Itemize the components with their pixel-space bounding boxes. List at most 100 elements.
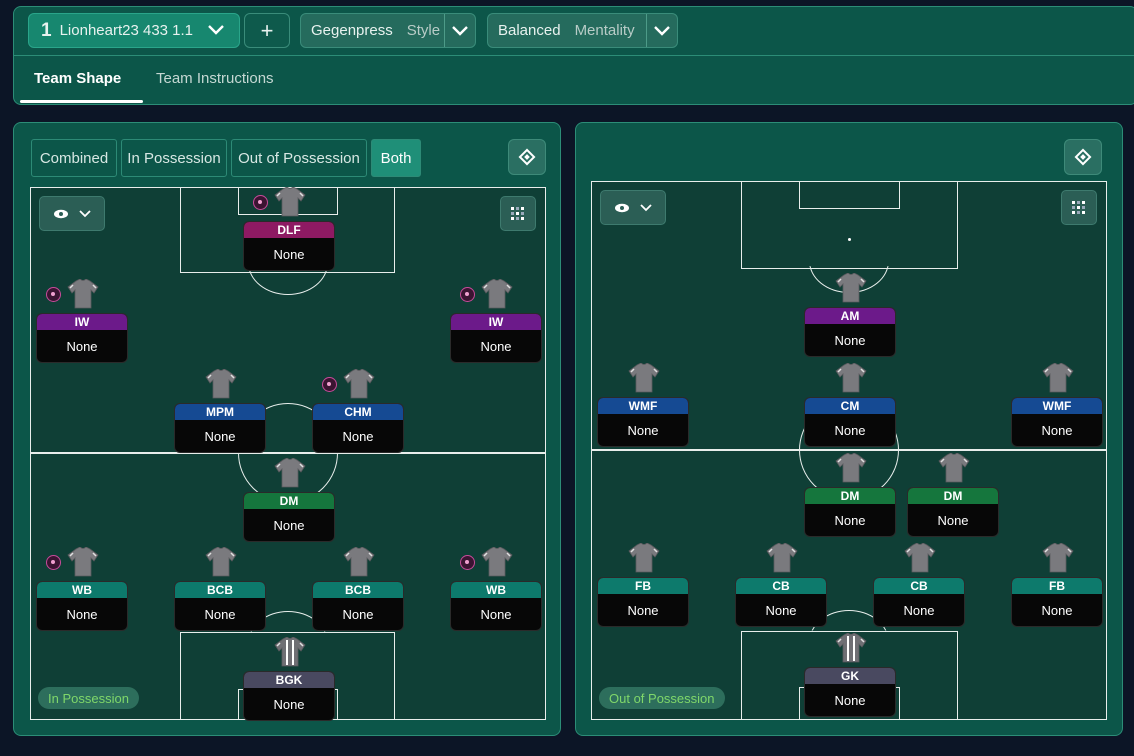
player-name: None — [1041, 423, 1073, 438]
player-instruction-icon[interactable] — [460, 555, 475, 570]
role-label: CM — [805, 398, 895, 414]
role-card[interactable]: DM None — [804, 487, 896, 537]
shirt-icon — [1042, 542, 1074, 573]
role-card[interactable]: MPM None — [174, 403, 266, 453]
player-card-cb[interactable]: CB None — [735, 542, 827, 633]
player-card-bcb[interactable]: BCB None — [174, 546, 266, 637]
style-selector[interactable]: Gegenpress Style — [300, 13, 476, 48]
player-card-dlf[interactable]: DLF None — [243, 186, 335, 277]
role-card[interactable]: CB None — [735, 577, 827, 627]
tab-team-shape[interactable]: Team Shape — [34, 70, 121, 87]
active-tab-indicator — [20, 100, 143, 103]
role-card[interactable]: DM None — [907, 487, 999, 537]
player-card-wmf[interactable]: WMF None — [1011, 362, 1103, 453]
role-card[interactable]: WB None — [36, 581, 128, 631]
player-name: None — [834, 333, 866, 348]
role-card[interactable]: FB None — [1011, 577, 1103, 627]
player-name: None — [66, 607, 98, 622]
segment-out-of-possession[interactable]: Out of Possession — [231, 139, 367, 177]
player-card-bcb[interactable]: BCB None — [312, 546, 404, 637]
grid-icon — [1072, 200, 1085, 214]
player-card-cm[interactable]: CM None — [804, 362, 896, 453]
player-card-wb[interactable]: WB None — [450, 546, 542, 637]
shirt-icon — [274, 186, 306, 217]
player-card-fb[interactable]: FB None — [1011, 542, 1103, 633]
view-options-button[interactable] — [39, 196, 105, 231]
player-card-iw[interactable]: IW None — [450, 278, 542, 369]
segment-combined[interactable]: Combined — [31, 139, 117, 177]
style-label: Style — [406, 22, 441, 39]
player-instruction-icon[interactable] — [46, 555, 61, 570]
player-instruction-icon[interactable] — [46, 287, 61, 302]
player-name: None — [66, 339, 98, 354]
player-card-mpm[interactable]: MPM None — [174, 368, 266, 459]
role-label: CB — [736, 578, 826, 594]
role-card[interactable]: CM None — [804, 397, 896, 447]
tactics-board-button[interactable] — [1064, 139, 1102, 175]
mentality-selector[interactable]: Balanced Mentality — [487, 13, 678, 48]
tab-team-instructions[interactable]: Team Instructions — [156, 70, 274, 87]
shirt-icon — [67, 546, 99, 577]
role-card[interactable]: AM None — [804, 307, 896, 357]
player-card-wmf[interactable]: WMF None — [597, 362, 689, 453]
role-card[interactable]: WMF None — [597, 397, 689, 447]
role-label: IW — [451, 314, 541, 330]
add-tactic-button[interactable]: + — [244, 13, 290, 48]
shirt-icon — [628, 542, 660, 573]
role-label: BCB — [313, 582, 403, 598]
player-name: None — [342, 607, 374, 622]
segment-both[interactable]: Both — [371, 139, 421, 177]
role-card[interactable]: DLF None — [243, 221, 335, 271]
player-card-chm[interactable]: CHM None — [312, 368, 404, 459]
role-card[interactable]: BGK None — [243, 671, 335, 721]
role-card[interactable]: CHM None — [312, 403, 404, 453]
role-label: BGK — [244, 672, 334, 688]
tactic-selector[interactable]: 1 Lionheart23 433 1.1 — [28, 13, 240, 48]
phase-badge: Out of Possession — [599, 687, 725, 709]
player-card-bgk[interactable]: BGK None — [243, 636, 335, 727]
role-card[interactable]: IW None — [36, 313, 128, 363]
role-label: WMF — [598, 398, 688, 414]
player-card-am[interactable]: AM None — [804, 272, 896, 363]
player-instruction-icon[interactable] — [322, 377, 337, 392]
grid-toggle-button[interactable] — [500, 196, 536, 231]
role-card[interactable]: CB None — [873, 577, 965, 627]
grid-toggle-button[interactable] — [1061, 190, 1097, 225]
player-card-dm[interactable]: DM None — [243, 457, 335, 548]
role-label: MPM — [175, 404, 265, 420]
role-label: FB — [598, 578, 688, 594]
chevron-down-icon — [640, 203, 652, 211]
player-name: None — [765, 603, 797, 618]
player-instruction-icon[interactable] — [460, 287, 475, 302]
tactics-board-button[interactable] — [508, 139, 546, 175]
shirt-icon — [1042, 362, 1074, 393]
player-card-gk[interactable]: GK None — [804, 632, 896, 723]
goal-area — [799, 181, 900, 209]
style-dropdown-button[interactable] — [444, 14, 475, 47]
segment-in-possession[interactable]: In Possession — [121, 139, 227, 177]
role-card[interactable]: WMF None — [1011, 397, 1103, 447]
role-card[interactable]: DM None — [243, 492, 335, 542]
player-instruction-icon[interactable] — [253, 195, 268, 210]
role-label: WMF — [1012, 398, 1102, 414]
role-card[interactable]: IW None — [450, 313, 542, 363]
player-name: None — [627, 423, 659, 438]
player-name: None — [342, 429, 374, 444]
player-card-wb[interactable]: WB None — [36, 546, 128, 637]
shirt-icon — [938, 452, 970, 483]
role-card[interactable]: GK None — [804, 667, 896, 717]
player-card-cb[interactable]: CB None — [873, 542, 965, 633]
view-options-button[interactable] — [600, 190, 666, 225]
role-card[interactable]: BCB None — [312, 581, 404, 631]
mentality-dropdown-button[interactable] — [646, 14, 677, 47]
role-label: GK — [805, 668, 895, 684]
role-card[interactable]: BCB None — [174, 581, 266, 631]
shirt-icon — [205, 368, 237, 399]
role-label: CHM — [313, 404, 403, 420]
player-card-dm[interactable]: DM None — [804, 452, 896, 543]
role-card[interactable]: WB None — [450, 581, 542, 631]
player-card-iw[interactable]: IW None — [36, 278, 128, 369]
player-card-dm[interactable]: DM None — [907, 452, 999, 543]
player-card-fb[interactable]: FB None — [597, 542, 689, 633]
role-card[interactable]: FB None — [597, 577, 689, 627]
